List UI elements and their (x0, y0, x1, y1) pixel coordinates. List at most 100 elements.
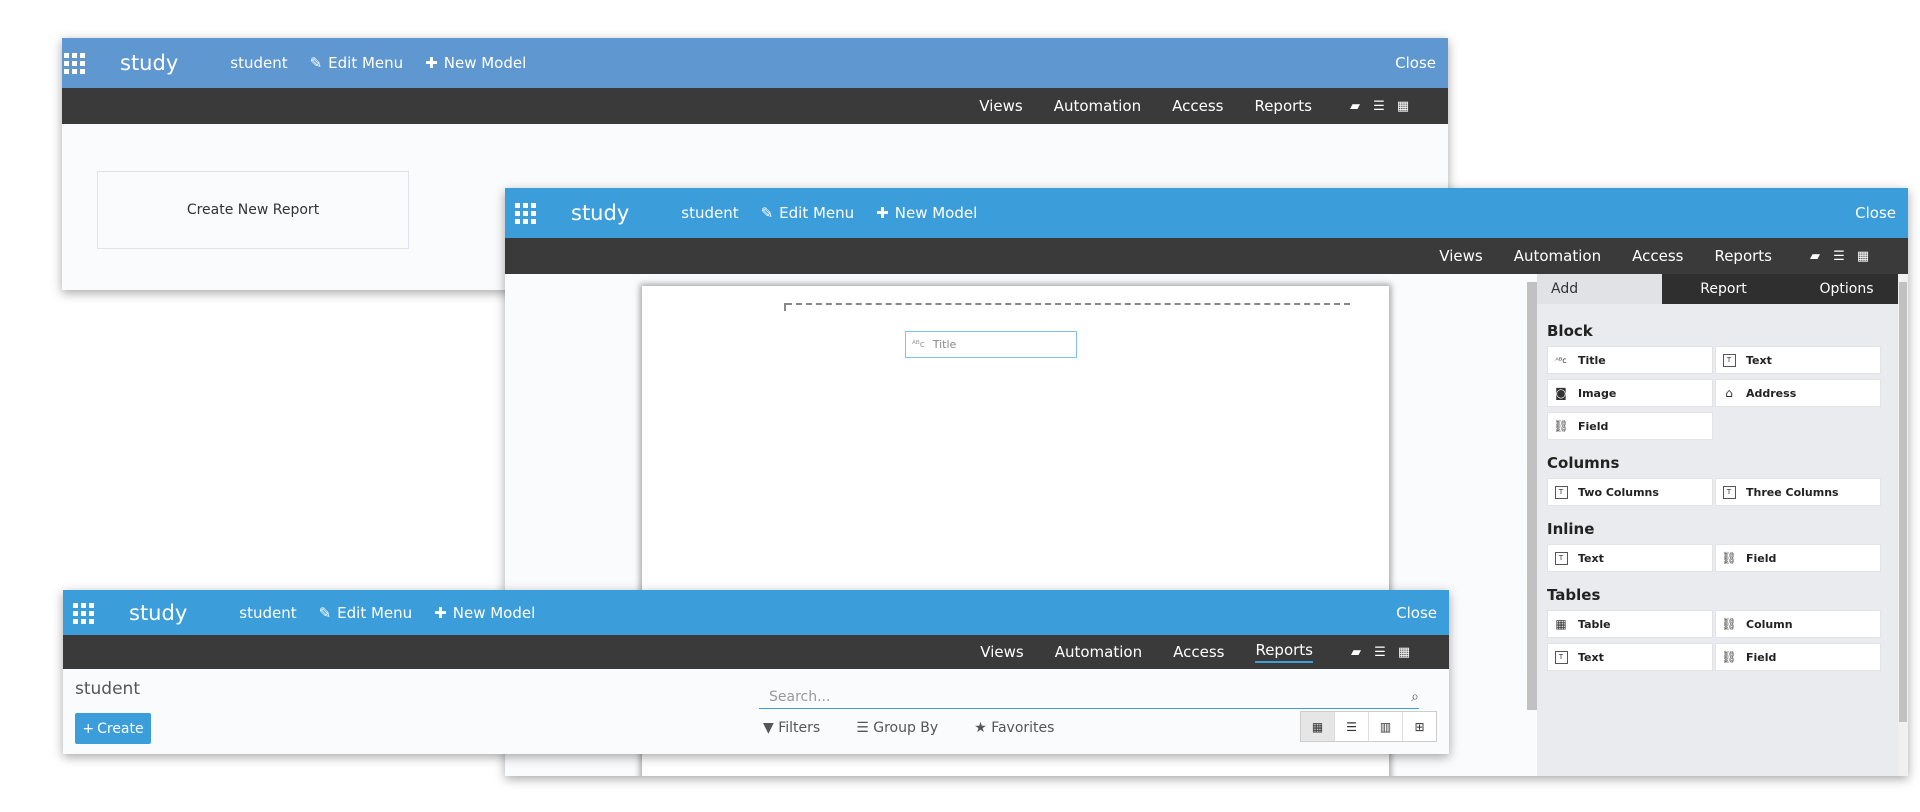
app-brand[interactable]: study (571, 201, 629, 225)
sidebar-tabs: Add Report Options (1537, 274, 1908, 304)
table-icon: ▦ (1555, 617, 1567, 631)
nav-edit-menu[interactable]: ✎ Edit Menu (310, 54, 404, 72)
canvas-scrollbar[interactable] (1527, 282, 1537, 710)
list-title: student (75, 679, 140, 699)
app-brand[interactable]: study (120, 51, 178, 75)
calendar-icon[interactable]: ▦ (1397, 645, 1411, 660)
abc-icon: ᴬᴮc (1555, 355, 1567, 365)
filter-icon: ▼ (763, 720, 774, 736)
tab-automation[interactable]: Automation (1054, 97, 1141, 115)
sidebar-tab-report[interactable]: Report (1662, 274, 1785, 304)
list-view-window: study student ✎ Edit Menu ✚ New Model Clos… (63, 590, 1449, 754)
nav-student[interactable]: student (681, 204, 738, 222)
close-button[interactable]: Close (1396, 604, 1437, 622)
section-inline-heading: Inline (1547, 520, 1595, 538)
nav-edit-menu[interactable]: ✎ Edit Menu (319, 604, 413, 622)
book-icon[interactable]: ▰ (1808, 249, 1822, 264)
section-tables-heading: Tables (1547, 586, 1601, 604)
nav-edit-menu[interactable]: ✎ Edit Menu (761, 204, 855, 222)
inline-components: T Text ⛓ Field (1547, 544, 1898, 572)
tab-access[interactable]: Access (1632, 247, 1683, 265)
pivot-view-icon[interactable]: ⊞ (1403, 712, 1436, 741)
component-image[interactable]: ◙ Image (1547, 379, 1713, 407)
apps-grid-icon[interactable] (64, 53, 86, 74)
close-button[interactable]: Close (1855, 204, 1896, 222)
create-new-report-card[interactable]: Create New Report (97, 171, 409, 249)
close-button[interactable]: Close (1395, 54, 1436, 72)
sidebar-tab-options[interactable]: Options (1785, 274, 1908, 304)
book-icon[interactable]: ▰ (1348, 99, 1362, 114)
component-three-columns[interactable]: T Three Columns (1715, 478, 1881, 506)
plus-icon: ✚ (425, 54, 438, 72)
link-icon: ⛓ (1553, 419, 1569, 433)
text-box-icon: T (1552, 483, 1570, 501)
block-components: ᴬᴮc Title T Text ◙ Image ⌂ Address ⛓ Field (1547, 346, 1898, 440)
text-box-icon: T (1720, 351, 1738, 369)
list-icon[interactable]: ☰ (1372, 99, 1386, 114)
tab-reports[interactable]: Reports (1714, 247, 1772, 265)
calendar-view-icon[interactable]: ▥ (1369, 712, 1403, 741)
component-address[interactable]: ⌂ Address (1715, 379, 1881, 407)
text-box-icon: T (1552, 648, 1570, 666)
studio-subbar: Views Automation Access Reports ▰ ☰ ▦ (63, 635, 1449, 669)
nav-student[interactable]: student (239, 604, 296, 622)
link-icon: ⛓ (1721, 650, 1737, 664)
sidebar-scrollbar[interactable] (1898, 274, 1908, 776)
component-text[interactable]: T Text (1715, 346, 1881, 374)
nav-new-model[interactable]: ✚ New Model (876, 204, 977, 222)
tab-automation[interactable]: Automation (1514, 247, 1601, 265)
component-table-text[interactable]: T Text (1547, 643, 1713, 671)
tab-access[interactable]: Access (1173, 643, 1224, 661)
tab-automation[interactable]: Automation (1055, 643, 1142, 661)
camera-icon: ◙ (1555, 386, 1567, 400)
tab-views[interactable]: Views (979, 97, 1022, 115)
component-field[interactable]: ⛓ Field (1547, 412, 1713, 440)
calendar-icon[interactable]: ▦ (1856, 249, 1870, 264)
component-inline-text[interactable]: T Text (1547, 544, 1713, 572)
tab-reports[interactable]: Reports (1255, 641, 1313, 663)
subbar-icons: ▰ ☰ ▦ (1808, 249, 1870, 264)
filters-button[interactable]: ▼ Filters (763, 720, 820, 736)
title-abc-icon: ᴬᴮc (912, 339, 925, 350)
sidebar-body: Block ᴬᴮc Title T Text ◙ Image ⌂ Address ⛓ Fi… (1537, 304, 1908, 697)
kanban-view-icon[interactable]: ▦ (1301, 712, 1335, 741)
app-brand[interactable]: study (129, 601, 187, 625)
component-inline-field[interactable]: ⛓ Field (1715, 544, 1881, 572)
nav-new-model[interactable]: ✚ New Model (425, 54, 526, 72)
create-button[interactable]: + Create (75, 713, 151, 744)
component-title[interactable]: ᴬᴮc Title (1547, 346, 1713, 374)
tab-reports[interactable]: Reports (1254, 97, 1312, 115)
book-icon[interactable]: ▰ (1349, 645, 1363, 660)
group-by-button[interactable]: ☰ Group By (856, 720, 938, 736)
sidebar-tab-add[interactable]: Add (1537, 274, 1662, 304)
list-icon: ☰ (856, 720, 869, 736)
list-view-icon[interactable]: ☰ (1335, 712, 1369, 741)
subbar-icons: ▰ ☰ ▦ (1349, 645, 1411, 660)
nav-new-model[interactable]: ✚ New Model (434, 604, 535, 622)
list-icon[interactable]: ☰ (1373, 645, 1387, 660)
component-table[interactable]: ▦ Table (1547, 610, 1713, 638)
tab-views[interactable]: Views (1439, 247, 1482, 265)
component-column[interactable]: ⛓ Column (1715, 610, 1881, 638)
favorites-button[interactable]: ★ Favorites (974, 720, 1054, 736)
nav-student[interactable]: student (230, 54, 287, 72)
plus-icon: ✚ (434, 603, 447, 622)
search-input[interactable]: Search... ⌕ (759, 686, 1419, 709)
search-icon[interactable]: ⌕ (1411, 689, 1419, 705)
title-block[interactable]: ᴬᴮc Title (905, 331, 1077, 358)
page-header-dashed-line (784, 303, 1350, 311)
component-two-columns[interactable]: T Two Columns (1547, 478, 1713, 506)
text-box-icon: T (1720, 483, 1738, 501)
component-table-field[interactable]: ⛓ Field (1715, 643, 1881, 671)
top-navbar: study student ✎ Edit Menu ✚ New Model Clos… (62, 38, 1448, 88)
star-icon: ★ (974, 720, 987, 736)
columns-components: T Two Columns T Three Columns (1547, 478, 1898, 506)
list-icon[interactable]: ☰ (1832, 249, 1846, 264)
text-box-icon: T (1552, 549, 1570, 567)
tab-access[interactable]: Access (1172, 97, 1223, 115)
apps-grid-icon[interactable] (515, 203, 537, 224)
calendar-icon[interactable]: ▦ (1396, 99, 1410, 114)
tab-views[interactable]: Views (980, 643, 1023, 661)
apps-grid-icon[interactable] (73, 602, 95, 624)
studio-subbar: Views Automation Access Reports ▰ ☰ ▦ (505, 238, 1908, 274)
